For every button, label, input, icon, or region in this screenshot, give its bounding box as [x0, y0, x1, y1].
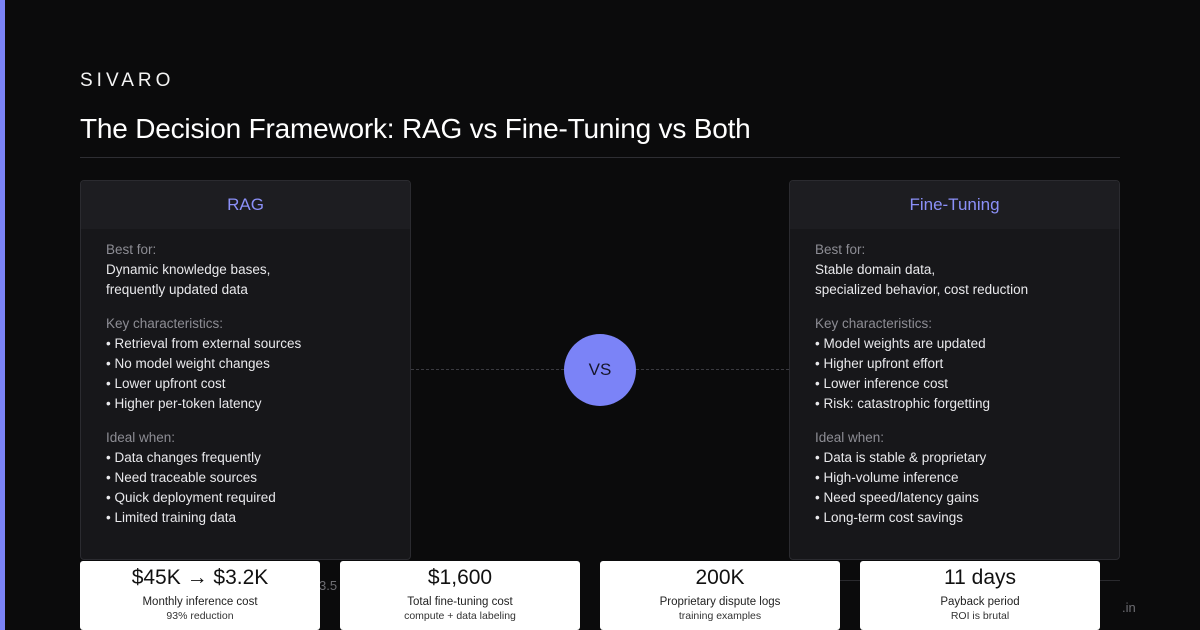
list-item: • Higher per-token latency: [106, 396, 262, 411]
list-item: • Limited training data: [106, 510, 237, 525]
page-title: The Decision Framework: RAG vs Fine-Tuni…: [80, 113, 751, 144]
accent-bar: [0, 0, 5, 630]
stat-card-inference-cost: $45K → $3.2K Monthly inference cost 93% …: [80, 561, 320, 630]
rag-card-body: Best for: Dynamic knowledge bases, frequ…: [81, 229, 410, 528]
key-characteristics-section: Key characteristics: • Retrieval from ex…: [106, 314, 386, 414]
rag-card-title: RAG: [81, 181, 410, 229]
stat-value: $45K → $3.2K: [131, 566, 269, 589]
stat-sublabel: 93% reduction: [166, 610, 234, 622]
list-item: • Data is stable & proprietary: [815, 450, 987, 465]
ideal-when-section: Ideal when: • Data changes frequently • …: [106, 428, 386, 528]
stat-label: Proprietary dispute logs: [659, 596, 781, 608]
list-item: • Risk: catastrophic forgetting: [815, 396, 991, 411]
background-text: .in: [1122, 600, 1136, 615]
stat-card-dispute-logs: 200K Proprietary dispute logs training e…: [600, 561, 840, 630]
list-item: • Lower upfront cost: [106, 376, 226, 391]
stat-sublabel: ROI is brutal: [950, 610, 1010, 622]
list-item: • Data changes frequently: [106, 450, 261, 465]
fine-tuning-card: Fine-Tuning Best for: Stable domain data…: [789, 180, 1120, 560]
fine-tuning-card-body: Best for: Stable domain data, specialize…: [790, 229, 1119, 528]
list-item: • Need traceable sources: [106, 470, 258, 485]
stat-label: Monthly inference cost: [142, 596, 258, 608]
stat-sublabel: compute + data labeling: [404, 610, 516, 622]
list-item: • Quick deployment required: [106, 490, 276, 505]
stat-value: $1,600: [427, 566, 493, 589]
connector-line-right: [636, 369, 789, 370]
list-item: • Lower inference cost: [815, 376, 949, 391]
stat-value: 11 days: [944, 566, 1016, 589]
ideal-when-label: Ideal when:: [815, 430, 885, 445]
list-item: • Higher upfront effort: [815, 356, 944, 371]
stat-card-payback-period: 11 days Payback period ROI is brutal: [860, 561, 1100, 630]
best-for-section: Best for: Stable domain data, specialize…: [815, 240, 1095, 300]
background-text: 3.5: [319, 578, 338, 593]
stat-label: Total fine-tuning cost: [407, 596, 513, 608]
best-for-line: specialized behavior, cost reduction: [815, 282, 1029, 297]
best-for-line: Stable domain data,: [815, 262, 936, 277]
list-item: • Need speed/latency gains: [815, 490, 979, 505]
stat-card-fine-tuning-cost: $1,600 Total fine-tuning cost compute + …: [340, 561, 580, 630]
ideal-when-section: Ideal when: • Data is stable & proprieta…: [815, 428, 1095, 528]
key-characteristics-label: Key characteristics:: [106, 316, 224, 331]
list-item: • Model weights are updated: [815, 336, 986, 351]
best-for-line: frequently updated data: [106, 282, 248, 297]
stat-sublabel: training examples: [678, 610, 762, 622]
best-for-label: Best for:: [815, 242, 866, 257]
ideal-when-label: Ideal when:: [106, 430, 176, 445]
best-for-section: Best for: Dynamic knowledge bases, frequ…: [106, 240, 386, 300]
list-item: • Long-term cost savings: [815, 510, 964, 525]
vs-badge: VS: [564, 334, 636, 406]
key-characteristics-section: Key characteristics: • Model weights are…: [815, 314, 1095, 414]
list-item: • Retrieval from external sources: [106, 336, 302, 351]
list-item: • No model weight changes: [106, 356, 270, 371]
stat-label: Payback period: [940, 596, 1020, 608]
best-for-line: Dynamic knowledge bases,: [106, 262, 271, 277]
rag-card: RAG Best for: Dynamic knowledge bases, f…: [80, 180, 411, 560]
fine-tuning-card-title: Fine-Tuning: [790, 181, 1119, 229]
key-characteristics-label: Key characteristics:: [815, 316, 933, 331]
title-divider: [80, 157, 1120, 158]
best-for-label: Best for:: [106, 242, 157, 257]
brand-wordmark: SIVARO: [80, 70, 175, 91]
connector-line-left: [411, 369, 564, 370]
list-item: • High-volume inference: [815, 470, 959, 485]
stat-value: 200K: [695, 566, 745, 589]
